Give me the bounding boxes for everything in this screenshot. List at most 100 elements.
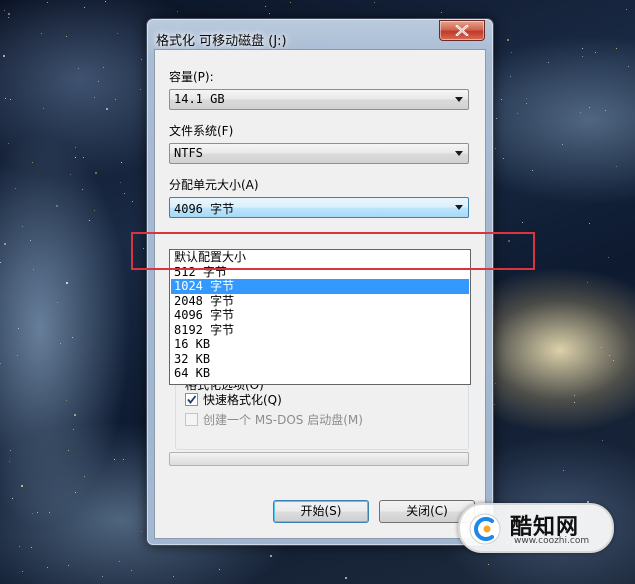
star-dot	[84, 7, 85, 8]
chevron-down-icon	[455, 97, 463, 102]
star-dot	[290, 2, 291, 3]
dropdown-option[interactable]: 8192 字节	[171, 323, 469, 338]
dropdown-option[interactable]: 64 KB	[171, 366, 469, 381]
star-dot	[117, 33, 118, 34]
star-dot	[73, 429, 74, 430]
chevron-down-icon	[455, 151, 463, 156]
watermark-url: www.coozhi.com	[514, 536, 590, 546]
star-dot	[589, 107, 590, 108]
dropdown-option-selected[interactable]: 1024 字节	[171, 279, 469, 294]
star-dot	[94, 97, 95, 98]
star-dot	[78, 68, 79, 69]
star-dot	[616, 48, 617, 49]
star-dot	[601, 347, 602, 348]
star-dot	[602, 440, 603, 441]
checkmark-icon	[187, 395, 197, 404]
star-dot	[22, 571, 23, 572]
dropdown-option[interactable]: 32 KB	[171, 352, 469, 367]
allocation-label: 分配单元大小(A)	[169, 178, 259, 192]
star-dot	[49, 512, 50, 513]
star-dot	[582, 56, 583, 57]
star-dot	[345, 577, 347, 579]
star-dot	[8, 13, 10, 15]
capacity-value: 14.1 GB	[174, 92, 225, 106]
dropdown-option[interactable]: 2048 字节	[171, 294, 469, 309]
star-dot	[84, 476, 85, 477]
coozhi-logo-icon	[469, 513, 501, 545]
star-dot	[60, 343, 61, 344]
star-dot	[609, 355, 610, 356]
star-dot	[628, 66, 629, 67]
star-dot	[114, 459, 115, 460]
star-dot	[10, 99, 11, 100]
capacity-label: 容量(P):	[169, 70, 214, 84]
dropdown-option[interactable]: 16 KB	[171, 337, 469, 352]
format-progress-bar	[169, 452, 469, 466]
star-dot	[43, 108, 44, 109]
star-dot	[511, 52, 512, 53]
star-dot	[495, 383, 496, 384]
star-dot	[32, 513, 33, 514]
start-button[interactable]: 开始(S)	[273, 500, 369, 523]
star-dot	[517, 113, 518, 114]
star-dot	[75, 147, 76, 148]
star-dot	[141, 59, 142, 60]
star-dot	[106, 108, 108, 110]
star-dot	[626, 9, 627, 10]
star-dot	[140, 89, 141, 90]
star-dot	[580, 112, 581, 113]
allocation-select[interactable]: 4096 字节	[169, 197, 469, 218]
star-dot	[265, 6, 266, 7]
star-dot	[9, 461, 10, 462]
star-dot	[119, 561, 120, 562]
star-dot	[30, 240, 31, 241]
dialog-body: 容量(P): 14.1 GB 文件系统(F) NTFS 分配单元大小(A) 40…	[154, 49, 486, 539]
star-dot	[17, 355, 18, 356]
star-dot	[94, 210, 95, 211]
star-dot	[495, 148, 496, 149]
star-dot	[526, 98, 527, 99]
star-dot	[563, 470, 564, 471]
star-dot	[15, 188, 16, 189]
star-dot	[503, 158, 504, 159]
star-dot	[68, 450, 69, 451]
star-dot	[616, 166, 617, 167]
star-dot	[441, 12, 442, 13]
star-dot	[526, 103, 527, 104]
window-close-button[interactable]	[439, 20, 485, 41]
star-dot	[4, 10, 5, 11]
filesystem-select[interactable]: NTFS	[169, 143, 469, 164]
star-dot	[613, 360, 614, 361]
title-bar[interactable]: 格式化 可移动磁盘 (J:)	[147, 19, 493, 49]
msdos-boot-checkbox[interactable]	[185, 413, 198, 426]
star-dot	[132, 201, 133, 202]
star-dot	[56, 205, 58, 207]
star-dot	[522, 222, 523, 223]
star-dot	[141, 531, 142, 532]
star-dot	[562, 144, 563, 145]
capacity-select[interactable]: 14.1 GB	[169, 89, 469, 110]
star-dot	[70, 174, 71, 175]
star-dot	[47, 2, 48, 3]
annotation-highlight-box	[131, 232, 535, 270]
star-dot	[501, 99, 502, 100]
star-dot	[47, 567, 48, 568]
star-dot	[507, 39, 509, 41]
star-dot	[605, 110, 606, 111]
quick-format-checkbox[interactable]	[185, 393, 198, 406]
star-dot	[124, 193, 125, 194]
star-dot	[8, 17, 9, 18]
dropdown-option[interactable]: 4096 字节	[171, 308, 469, 323]
window-title: 格式化 可移动磁盘 (J:)	[156, 34, 287, 49]
star-dot	[37, 512, 38, 513]
star-dot	[269, 13, 270, 14]
star-dot	[120, 182, 121, 183]
msdos-boot-label: 创建一个 MS-DOS 启动盘(M)	[203, 413, 363, 427]
star-dot	[102, 576, 103, 577]
star-dot	[21, 485, 23, 487]
star-dot	[32, 162, 33, 163]
star-dot	[123, 459, 124, 460]
star-dot	[115, 99, 116, 100]
star-dot	[177, 11, 178, 12]
star-dot	[270, 555, 272, 557]
